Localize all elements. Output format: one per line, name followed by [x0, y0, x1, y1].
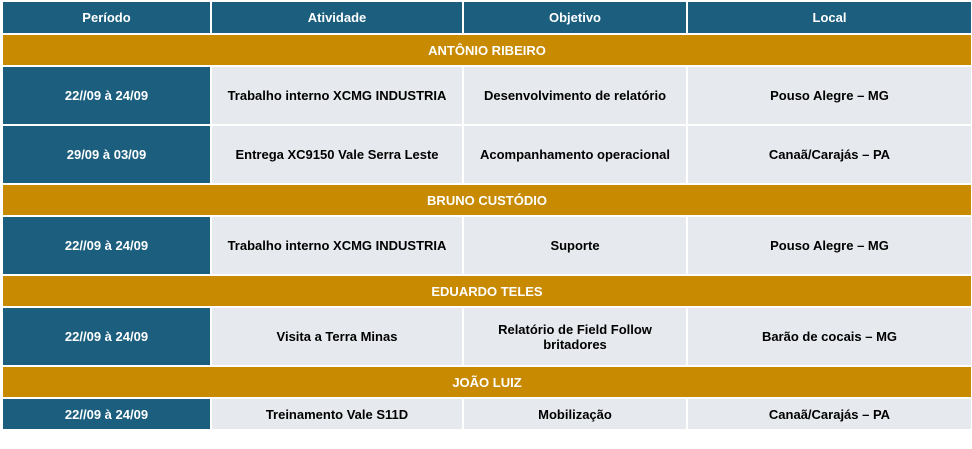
person-name: BRUNO CUSTÓDIO — [1, 183, 972, 217]
location-cell: Canaã/Carajás – PA — [686, 397, 972, 431]
period-cell: 22//09 à 24/09 — [1, 215, 212, 276]
activity-cell: Trabalho interno XCMG INDUSTRIA — [210, 65, 464, 126]
activity-cell: Treinamento Vale S11D — [210, 397, 464, 431]
person-row-antonio-ribeiro: ANTÔNIO RIBEIRO — [1, 33, 972, 67]
objective-cell: Suporte — [462, 215, 688, 276]
location-cell: Pouso Alegre – MG — [686, 215, 972, 276]
person-name: JOÃO LUIZ — [1, 365, 972, 399]
header-objective: Objetivo — [462, 0, 688, 35]
period-cell: 22//09 à 24/09 — [1, 65, 212, 126]
person-row-eduardo-teles: EDUARDO TELES — [1, 274, 972, 308]
person-name: ANTÔNIO RIBEIRO — [1, 33, 972, 67]
header-row: Período Atividade Objetivo Local — [1, 0, 972, 35]
objective-cell: Desenvolvimento de relatório — [462, 65, 688, 126]
person-row-joao-luiz: JOÃO LUIZ — [1, 365, 972, 399]
header-location: Local — [686, 0, 972, 35]
person-row-bruno-custodio: BRUNO CUSTÓDIO — [1, 183, 972, 217]
table-row: 22//09 à 24/09 Trabalho interno XCMG IND… — [1, 215, 972, 276]
table-row: 22//09 à 24/09 Treinamento Vale S11D Mob… — [1, 397, 972, 431]
location-cell: Barão de cocais – MG — [686, 306, 972, 367]
activity-cell: Trabalho interno XCMG INDUSTRIA — [210, 215, 464, 276]
table-row: 22//09 à 24/09 Visita a Terra Minas Rela… — [1, 306, 972, 367]
activity-cell: Entrega XC9150 Vale Serra Leste — [210, 124, 464, 185]
objective-cell: Mobilização — [462, 397, 688, 431]
objective-line: britadores — [543, 336, 607, 352]
period-cell: 29/09 à 03/09 — [1, 124, 212, 185]
header-activity: Atividade — [210, 0, 464, 35]
schedule-table: Período Atividade Objetivo Local ANTÔNIO… — [1, 0, 972, 431]
table-row: 29/09 à 03/09 Entrega XC9150 Vale Serra … — [1, 124, 972, 185]
objective-cell: Relatório de Field Follow britadores — [462, 306, 688, 367]
period-cell: 22//09 à 24/09 — [1, 397, 212, 431]
activity-cell: Visita a Terra Minas — [210, 306, 464, 367]
objective-cell: Acompanhamento operacional — [462, 124, 688, 185]
location-cell: Canaã/Carajás – PA — [686, 124, 972, 185]
person-name: EDUARDO TELES — [1, 274, 972, 308]
header-period: Período — [1, 0, 212, 35]
location-cell: Pouso Alegre – MG — [686, 65, 972, 126]
objective-line: Relatório de Field Follow — [498, 321, 652, 337]
table-row: 22//09 à 24/09 Trabalho interno XCMG IND… — [1, 65, 972, 126]
period-cell: 22//09 à 24/09 — [1, 306, 212, 367]
